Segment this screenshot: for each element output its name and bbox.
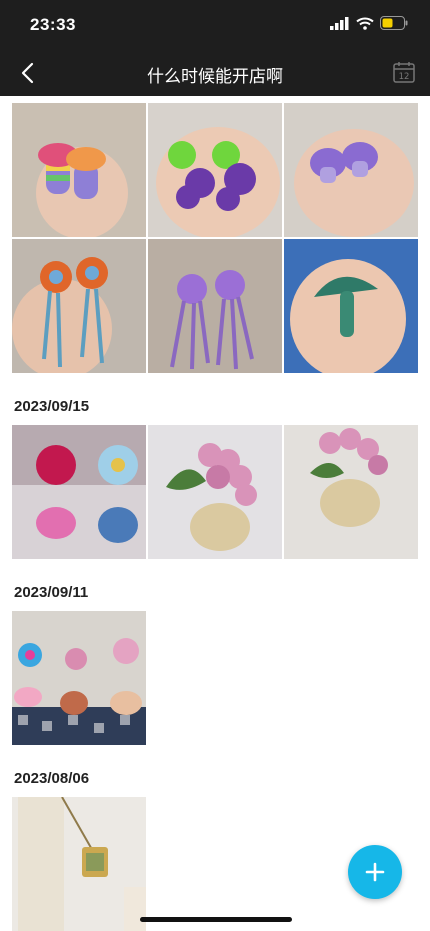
photo-grid xyxy=(12,611,418,745)
status-time: 23:33 xyxy=(30,15,76,34)
page-title: 什么时候能开店啊 xyxy=(147,67,283,87)
photo-thumbnail[interactable] xyxy=(284,425,418,559)
calendar-icon[interactable]: 12 xyxy=(392,60,416,84)
home-indicator xyxy=(140,917,292,922)
photo-thumbnail[interactable] xyxy=(284,103,418,237)
photo-thumbnail[interactable] xyxy=(12,103,146,237)
photo-thumbnail[interactable] xyxy=(148,425,282,559)
photo-timeline[interactable]: 2023/09/15 2023/09/11 2023/08/06 xyxy=(0,96,430,931)
photo-thumbnail[interactable] xyxy=(12,611,146,745)
photo-grid xyxy=(12,425,418,559)
status-bar: 23:33 xyxy=(0,0,430,50)
photo-thumbnail[interactable] xyxy=(12,425,146,559)
date-header: 2023/08/06 xyxy=(14,770,90,787)
photo-thumbnail[interactable] xyxy=(12,239,146,373)
plus-icon xyxy=(365,862,385,882)
calendar-day: 12 xyxy=(399,72,410,82)
nav-bar: 什么时候能开店啊 12 xyxy=(0,50,430,96)
wifi-icon xyxy=(356,17,374,30)
photo-grid xyxy=(12,103,418,373)
date-header: 2023/09/11 xyxy=(14,584,89,601)
date-header: 2023/09/15 xyxy=(14,398,90,415)
signal-icon xyxy=(330,16,349,30)
photo-thumbnail[interactable] xyxy=(148,239,282,373)
add-button[interactable] xyxy=(348,845,402,899)
photo-thumbnail[interactable] xyxy=(284,239,418,373)
battery-icon xyxy=(380,16,408,30)
photo-thumbnail[interactable] xyxy=(12,797,146,931)
photo-thumbnail[interactable] xyxy=(148,103,282,237)
